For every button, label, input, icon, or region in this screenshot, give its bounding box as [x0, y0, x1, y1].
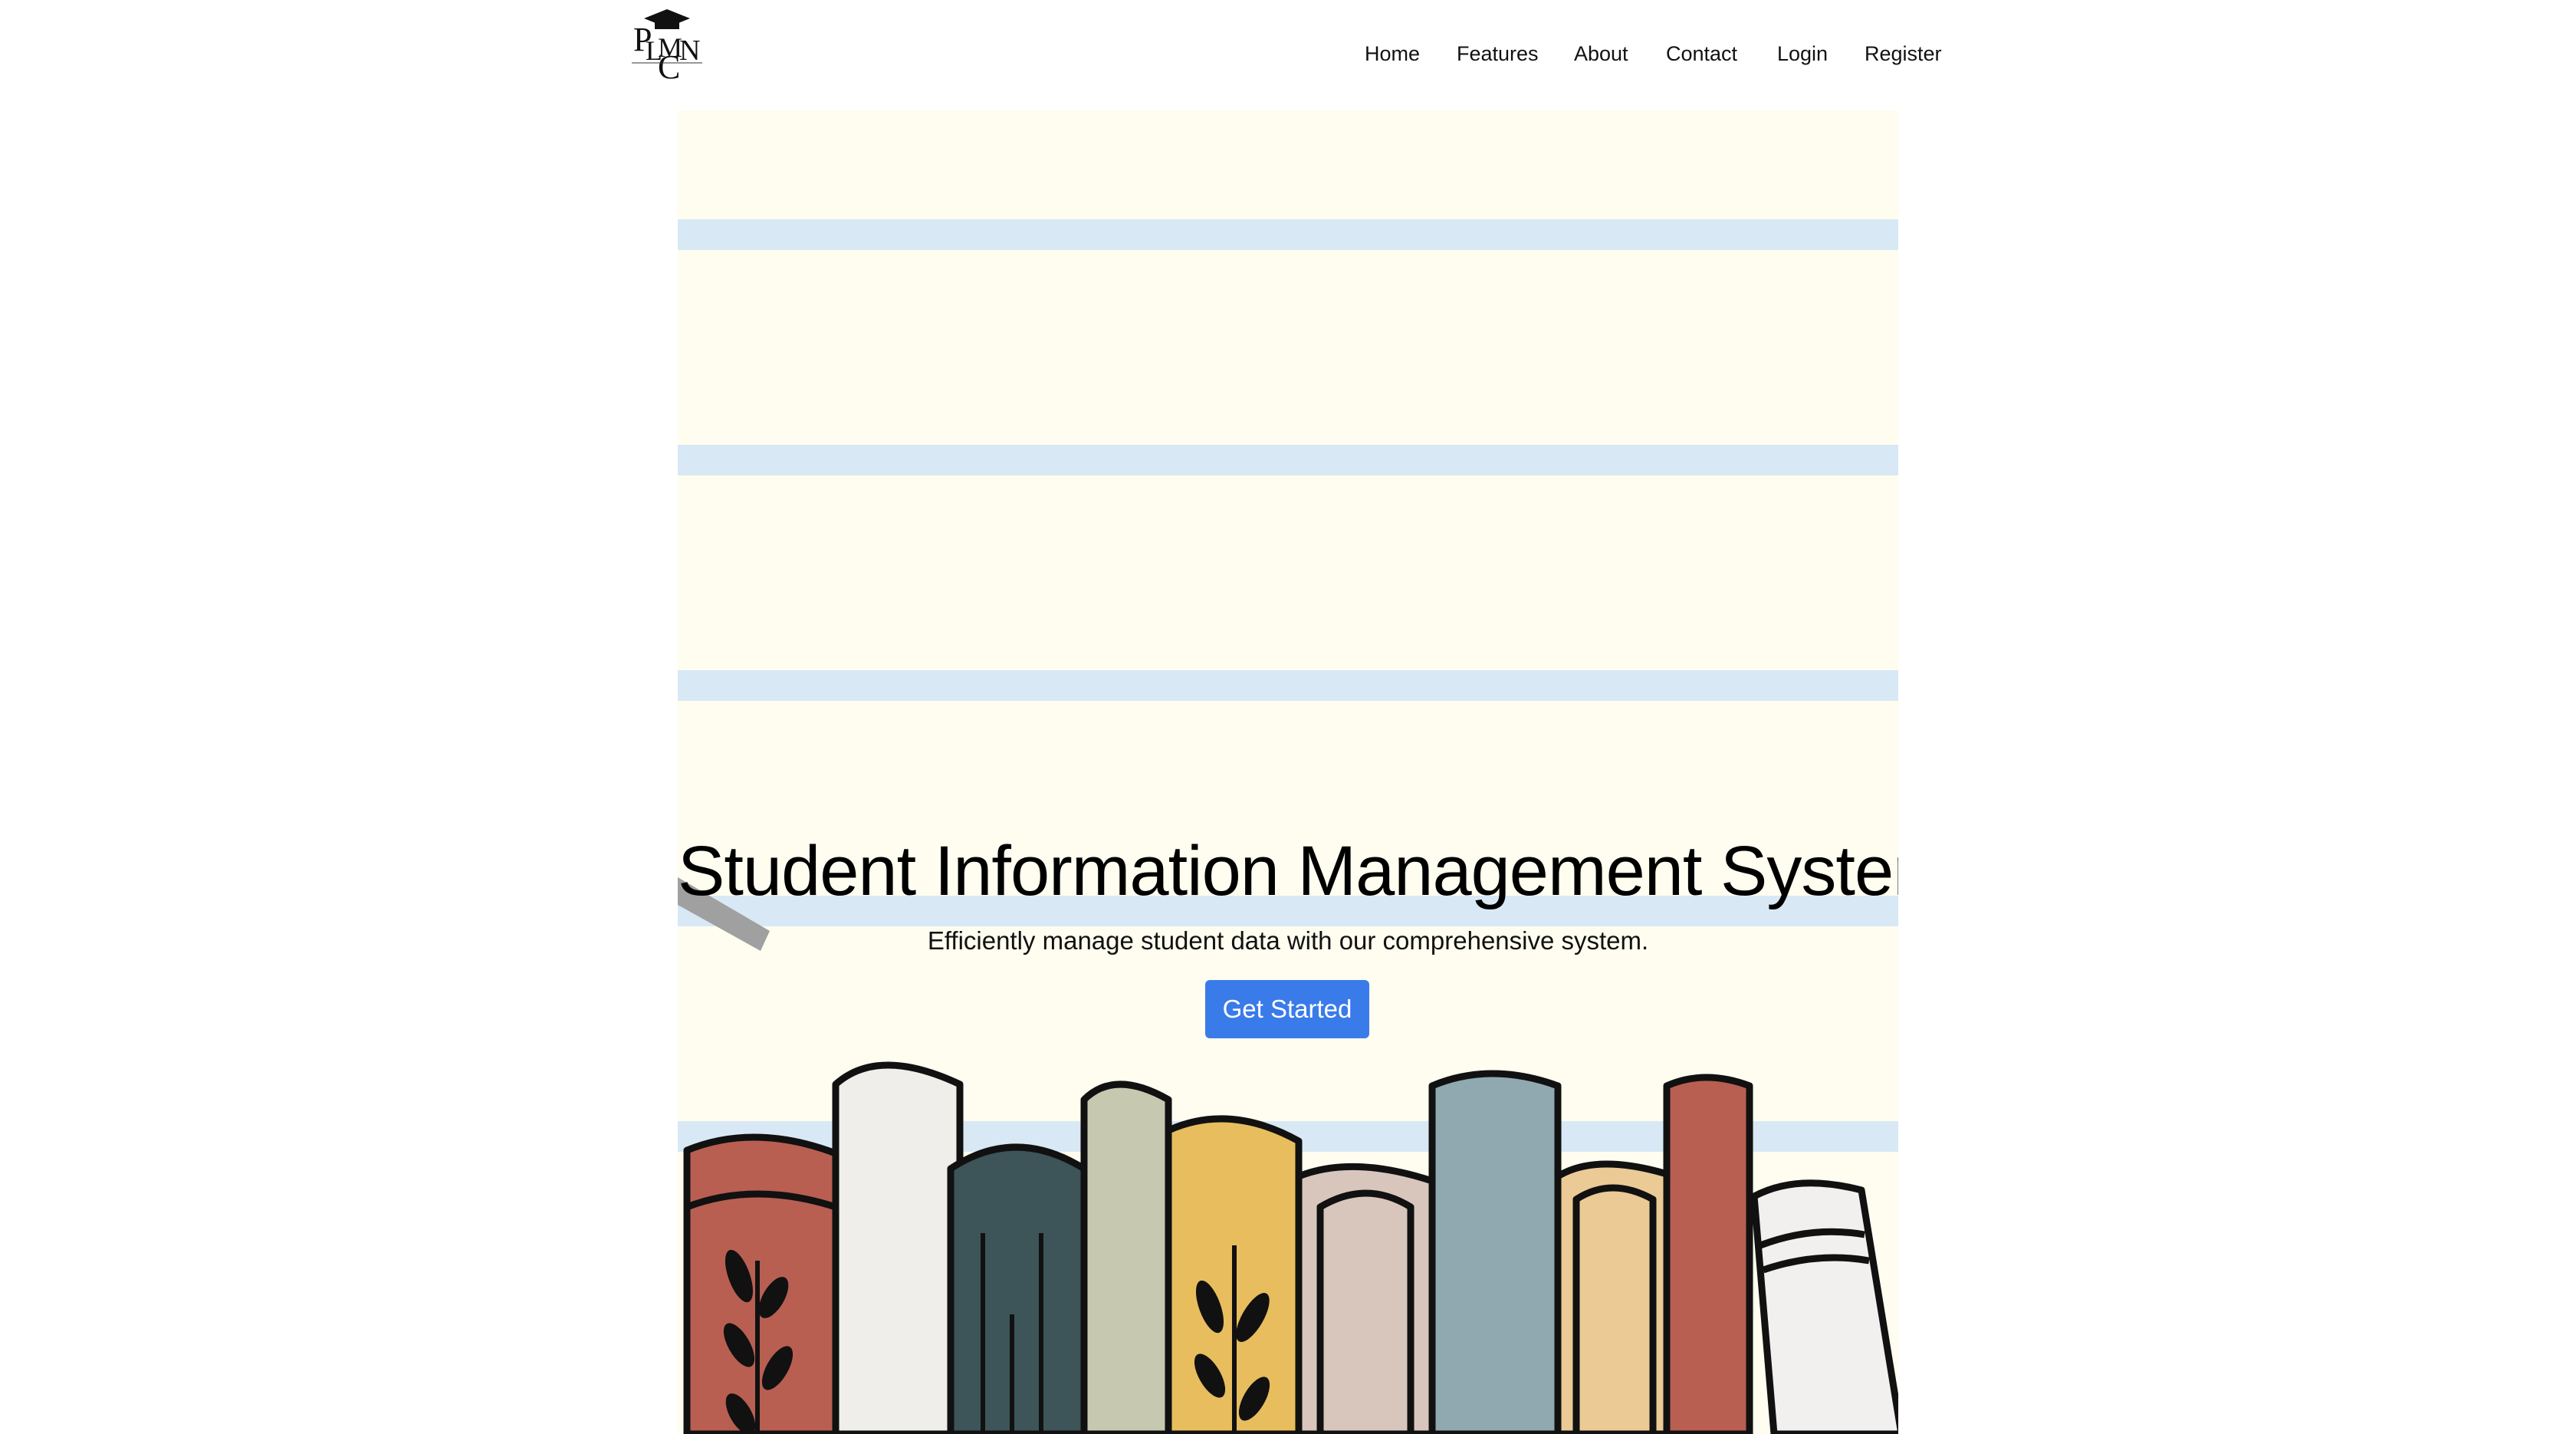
nav-contact[interactable]: Contact: [1666, 37, 1737, 71]
hero-background-illustration: [678, 110, 1898, 1434]
hero-section: Student Information Management System Ef…: [678, 110, 1898, 1434]
nav-register[interactable]: Register: [1865, 37, 1942, 71]
school-logo[interactable]: P L M N C: [627, 6, 707, 86]
nav-login[interactable]: Login: [1777, 37, 1828, 71]
svg-text:N: N: [679, 35, 700, 67]
svg-text:C: C: [658, 48, 680, 80]
hero-title: Student Information Management System: [678, 832, 1898, 910]
nav-features[interactable]: Features: [1457, 37, 1539, 71]
get-started-button[interactable]: Get Started: [1205, 980, 1369, 1038]
navbar: P L M N C Home Features About Contact Lo…: [0, 0, 2576, 107]
nav-home[interactable]: Home: [1365, 37, 1420, 71]
hero-subtitle: Efficiently manage student data with our…: [927, 926, 1649, 955]
nav-about[interactable]: About: [1574, 37, 1628, 71]
